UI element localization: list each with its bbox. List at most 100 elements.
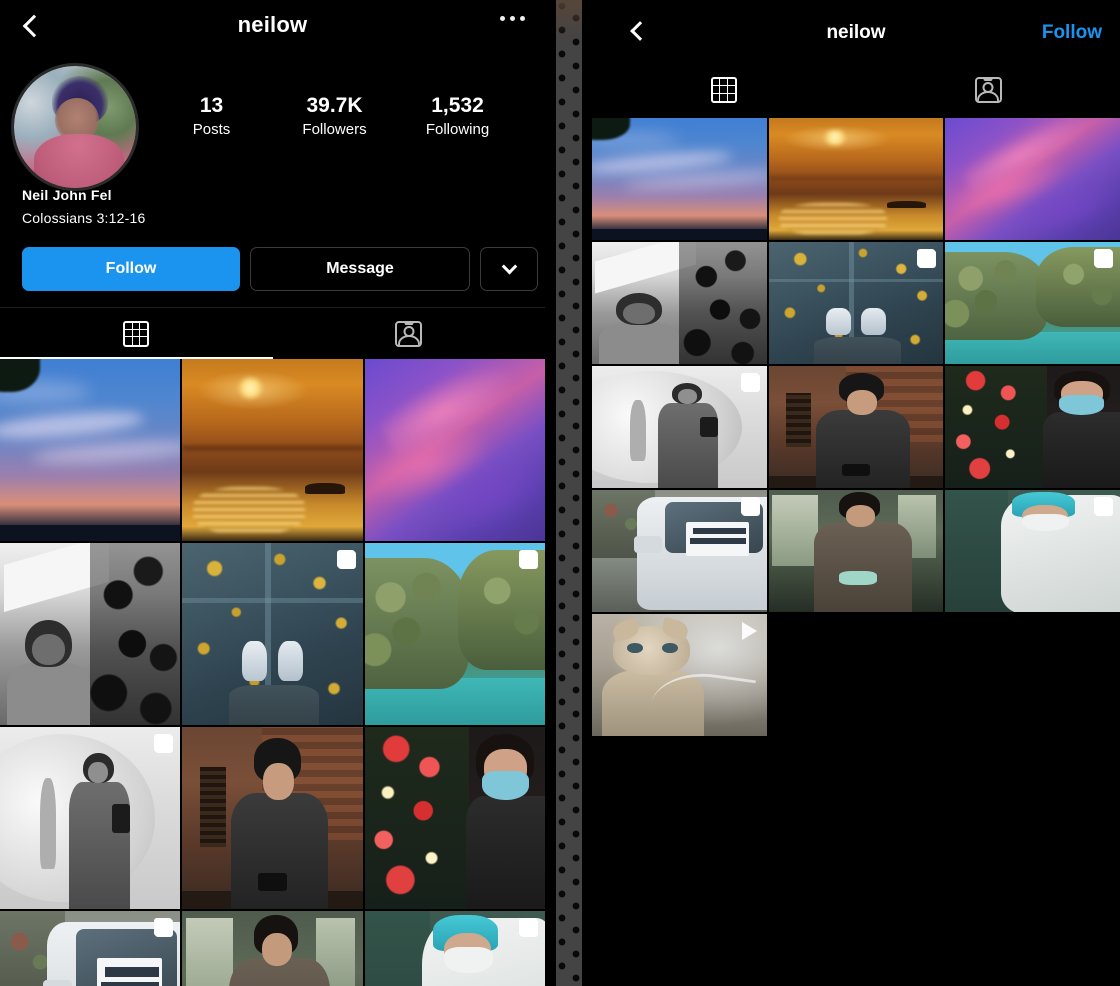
post-image (592, 242, 767, 364)
carousel-icon (1094, 497, 1113, 516)
right-header: neilow Follow (592, 0, 1120, 62)
followers-count: 39.7K (306, 94, 363, 117)
post-thumbnail[interactable] (592, 614, 767, 736)
post-thumbnail[interactable] (592, 366, 767, 488)
post-image (945, 366, 1120, 488)
carousel-icon (917, 249, 937, 268)
divider-highlight (556, 0, 582, 40)
avatar[interactable] (11, 63, 139, 191)
post-image (0, 359, 181, 542)
post-thumbnail[interactable] (364, 727, 545, 910)
page-title: neilow (826, 22, 886, 43)
carousel-icon (154, 734, 174, 754)
bio-text: Colossians 3:12-16 (22, 209, 146, 226)
post-thumbnail[interactable] (768, 118, 944, 240)
right-posts-grid (592, 118, 1120, 736)
stats-row: 13 Posts 39.7K Followers 1,532 Following (150, 59, 545, 142)
post-image (364, 359, 545, 542)
post-thumbnail[interactable] (592, 490, 767, 612)
post-image (364, 911, 545, 986)
post-thumbnail[interactable] (592, 242, 767, 364)
post-image (182, 543, 363, 726)
empty-grid-slot (768, 614, 944, 736)
followers-label: Followers (302, 121, 367, 139)
post-image (768, 490, 944, 612)
post-image (182, 359, 363, 542)
post-thumbnail[interactable] (182, 911, 363, 986)
action-buttons: Follow Message (0, 229, 545, 292)
post-thumbnail[interactable] (182, 543, 363, 726)
tagged-person-icon (974, 77, 1002, 103)
chevron-down-icon (501, 258, 517, 275)
more-options-icon[interactable] (500, 16, 525, 21)
post-image (0, 543, 181, 726)
carousel-icon (518, 918, 538, 938)
post-image (0, 727, 181, 910)
post-thumbnail[interactable] (182, 727, 363, 910)
divider-texture (556, 0, 582, 986)
stat-followers[interactable]: 39.7K Followers (273, 93, 396, 142)
post-image (945, 118, 1120, 240)
post-thumbnail[interactable] (0, 359, 181, 542)
panel-divider (545, 0, 592, 986)
tagged-person-icon (395, 320, 423, 347)
post-thumbnail[interactable] (945, 242, 1120, 364)
post-thumbnail[interactable] (364, 911, 545, 986)
message-button[interactable]: Message (250, 247, 470, 292)
post-image (364, 727, 545, 910)
more-actions-button[interactable] (480, 247, 538, 292)
post-image (768, 366, 944, 488)
left-header: neilow (0, 0, 545, 55)
stat-following[interactable]: 1,532 Following (396, 93, 519, 142)
post-thumbnail[interactable] (592, 118, 767, 240)
tab-tagged[interactable] (856, 62, 1120, 118)
tab-posts-grid[interactable] (0, 308, 273, 359)
post-image (768, 118, 944, 240)
grid-icon (123, 320, 150, 347)
post-thumbnail[interactable] (0, 911, 181, 986)
profile-summary: 13 Posts 39.7K Followers 1,532 Following (0, 55, 545, 191)
post-thumbnail[interactable] (182, 359, 363, 542)
carousel-icon (1094, 249, 1113, 268)
left-posts-grid (0, 359, 545, 986)
carousel-icon (518, 550, 538, 570)
post-image (364, 543, 545, 726)
post-image (182, 911, 363, 986)
post-thumbnail[interactable] (364, 359, 545, 542)
page-title: neilow (237, 12, 308, 37)
carousel-icon (336, 550, 356, 570)
following-count: 1,532 (431, 94, 484, 117)
dual-phone-screenshot: neilow 13 Posts 39.7K Followers 1,532 Fo… (0, 0, 1120, 986)
right-phone-panel: neilow Follow (592, 0, 1120, 986)
post-image (182, 727, 363, 910)
posts-label: Posts (192, 121, 231, 139)
post-thumbnail[interactable] (768, 490, 944, 612)
bio-section: Neil John Fel Colossians 3:12-16 (0, 185, 545, 229)
video-play-icon (738, 621, 760, 643)
right-tab-bar (592, 62, 1120, 118)
post-thumbnail[interactable] (768, 242, 944, 364)
tab-tagged[interactable] (273, 308, 546, 359)
post-thumbnail[interactable] (0, 727, 181, 910)
empty-grid-slot (945, 614, 1120, 736)
following-label: Following (425, 121, 490, 139)
carousel-icon (154, 918, 174, 938)
posts-count: 13 (199, 94, 224, 117)
left-phone-panel: neilow 13 Posts 39.7K Followers 1,532 Fo… (0, 0, 545, 986)
carousel-icon (740, 497, 760, 516)
post-thumbnail[interactable] (945, 366, 1120, 488)
post-thumbnail[interactable] (768, 366, 944, 488)
post-thumbnail[interactable] (364, 543, 545, 726)
post-image (592, 118, 767, 240)
post-thumbnail[interactable] (0, 543, 181, 726)
follow-button[interactable]: Follow (22, 247, 240, 292)
tab-posts-grid[interactable] (592, 62, 856, 118)
stat-posts[interactable]: 13 Posts (150, 93, 273, 142)
carousel-icon (740, 373, 760, 392)
left-tab-bar (0, 307, 545, 359)
post-thumbnail[interactable] (945, 490, 1120, 612)
post-thumbnail[interactable] (945, 118, 1120, 240)
follow-link[interactable]: Follow (1042, 22, 1102, 44)
bio-full-name: Neil John Fel (22, 187, 112, 203)
avatar-image (14, 66, 136, 188)
